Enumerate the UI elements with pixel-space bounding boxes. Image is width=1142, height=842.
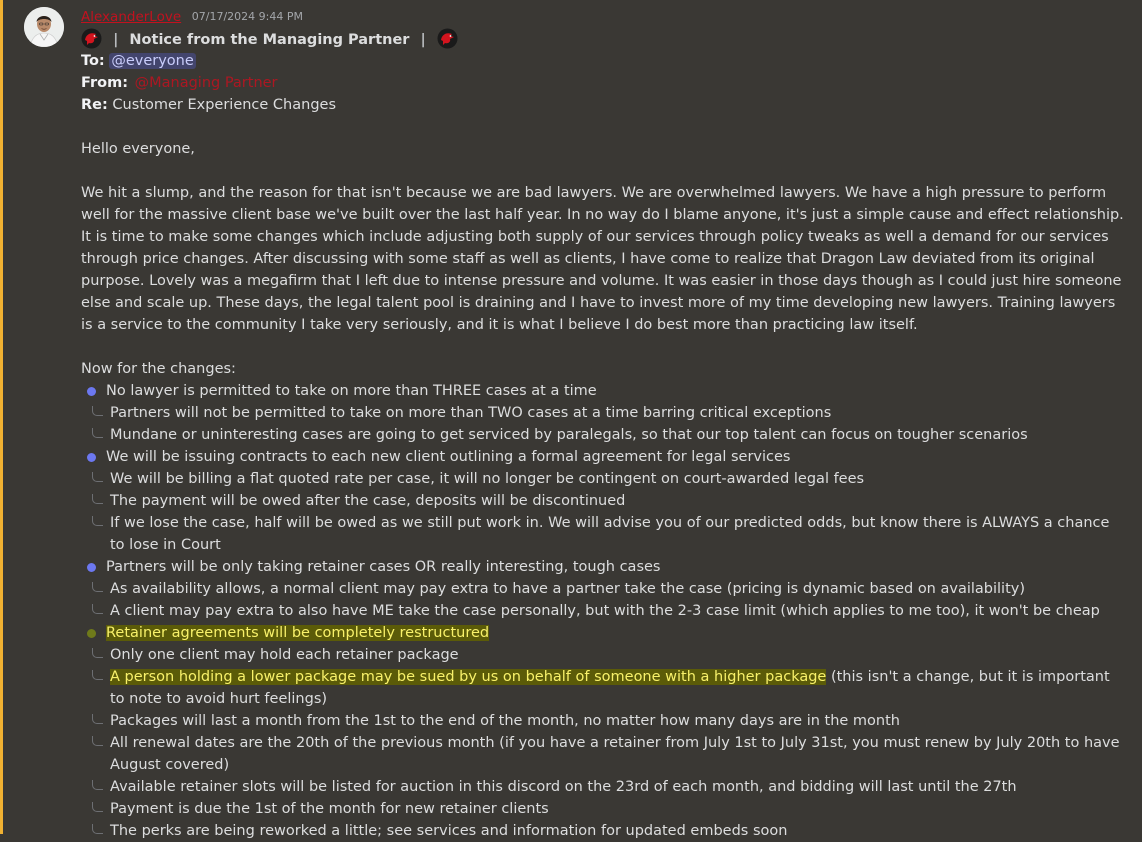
reply-hook-icon [92,802,103,812]
sub-list-item: Available retainer slots will be listed … [81,776,1124,798]
sub-item-text: A person holding a lower package may be … [81,666,1124,710]
sub-item-text: The payment will be owed after the case,… [110,493,626,509]
reply-hook-icon [92,494,103,504]
sub-list-item: Mundane or uninteresting cases are going… [81,424,1124,446]
title-separator-left: | [113,32,119,48]
sub-item-text: We will be billing a flat quoted rate pe… [110,471,865,487]
to-label: To: [81,53,105,69]
to-line: To: @everyone [81,50,1124,72]
message-highlight-bar [0,0,3,834]
sub-item-text: A client may pay extra to also have ME t… [110,603,1100,619]
reply-hook-icon [92,406,103,416]
bullet-text: Retainer agreements will be completely r… [106,625,490,641]
sub-list-item: We will be billing a flat quoted rate pe… [81,468,1124,490]
title-separator-right: | [420,32,426,48]
greeting: Hello everyone, [81,141,195,157]
sub-list-item: As availability allows, a normal client … [81,578,1124,600]
reply-hook-icon [92,780,103,790]
list-item: Partners will be only taking retainer ca… [81,556,1124,578]
sub-item-text: Packages will last a month from the 1st … [110,713,900,729]
sub-item-text: Mundane or uninteresting cases are going… [110,427,1028,443]
sub-list-item: A person holding a lower package may be … [81,666,1124,710]
timestamp[interactable]: 07/17/2024 9:44 PM [192,10,303,23]
sub-list-item: The payment will be owed after the case,… [81,490,1124,512]
re-value: Customer Experience Changes [112,97,337,113]
bullet-icon [87,563,96,572]
avatar[interactable] [24,7,64,47]
reply-hook-icon [92,428,103,438]
sub-item-text: Available retainer slots will be listed … [110,779,1017,795]
sub-item-text: Only one client may hold each retainer p… [110,647,459,663]
sub-list-item: Only one client may hold each retainer p… [81,644,1124,666]
sub-list-item: The perks are being reworked a little; s… [81,820,1124,842]
author-name[interactable]: AlexanderLove [81,9,181,25]
sub-item-text: The perks are being reworked a little; s… [110,823,788,839]
sub-list-item: Payment is due the 1st of the month for … [81,798,1124,820]
reply-hook-icon [92,648,103,658]
reply-hook-icon [92,516,103,526]
from-line: From: @Managing Partner [81,72,1124,94]
user-avatar-photo-icon [24,7,64,47]
reply-hook-icon [92,604,103,614]
bullet-text: We will be issuing contracts to each new… [106,449,791,465]
sub-list-item: All renewal dates are the 20th of the pr… [81,732,1124,776]
sub-list-item: Partners will not be permitted to take o… [81,402,1124,424]
re-line: Re: Customer Experience Changes [81,94,1124,116]
list-item: Retainer agreements will be completely r… [81,622,1124,644]
message-header: AlexanderLove 07/17/2024 9:44 PM [81,6,1124,28]
body-paragraph: We hit a slump, and the reason for that … [81,185,1124,333]
reply-hook-icon [92,714,103,724]
list-item: We will be issuing contracts to each new… [81,446,1124,468]
sub-list-item: A client may pay extra to also have ME t… [81,600,1124,622]
sub-list-item: Packages will last a month from the 1st … [81,710,1124,732]
sub-item-text: As availability allows, a normal client … [110,581,1025,597]
message: AlexanderLove 07/17/2024 9:44 PM | Notic… [81,6,1124,842]
red-dragon-icon [81,28,102,49]
reply-hook-icon [92,824,103,834]
sub-item-text: Partners will not be permitted to take o… [110,405,832,421]
message-title: | Notice from the Managing Partner | [81,28,1124,50]
bullet-icon [87,629,96,638]
reply-hook-icon [92,582,103,592]
reply-hook-icon [92,472,103,482]
sub-item-text: If we lose the case, half will be owed a… [110,515,1110,553]
reply-hook-icon [92,670,103,680]
everyone-mention[interactable]: @everyone [109,53,196,69]
from-label: From: [81,75,128,91]
list-item: No lawyer is permitted to take on more t… [81,380,1124,402]
sub-item-text: All renewal dates are the 20th of the pr… [110,735,1120,773]
role-mention[interactable]: @Managing Partner [133,75,280,91]
bullet-icon [87,453,96,462]
bullet-text: Partners will be only taking retainer ca… [106,559,661,575]
title-text: Notice from the Managing Partner [129,32,410,48]
bullet-icon [87,387,96,396]
changes-intro: Now for the changes: [81,361,236,377]
sub-item-text: Payment is due the 1st of the month for … [110,801,549,817]
red-dragon-icon [437,28,458,49]
reply-hook-icon [92,736,103,746]
highlighted-text: A person holding a lower package may be … [110,669,827,685]
sub-list-item: If we lose the case, half will be owed a… [81,512,1124,556]
re-label: Re: [81,97,108,113]
bullet-text: No lawyer is permitted to take on more t… [106,383,597,399]
